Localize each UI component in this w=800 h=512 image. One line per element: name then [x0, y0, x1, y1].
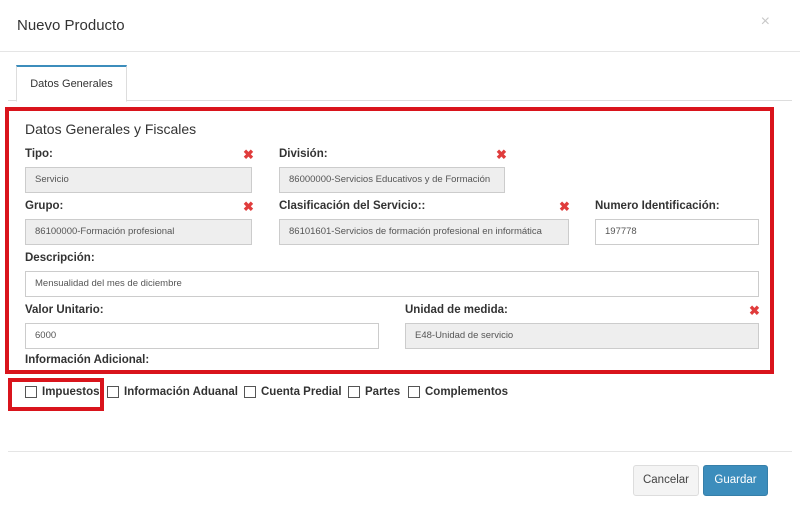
modal-footer-divider [8, 451, 792, 452]
modal-header: Nuevo Producto × [0, 0, 800, 52]
descripcion-label: Descripción: [25, 252, 95, 264]
clasificacion-required-icon: ✖ [559, 199, 570, 214]
checkbox-label: Información Aduanal [124, 386, 238, 398]
numero-identificacion-input[interactable]: 197778 [595, 219, 759, 245]
checkbox-box[interactable] [348, 386, 360, 398]
valor-unitario-label: Valor Unitario: [25, 304, 104, 316]
unidad-medida-field[interactable]: E48-Unidad de servicio [405, 323, 759, 349]
descripcion-input[interactable]: Mensualidad del mes de diciembre [25, 271, 759, 297]
checkbox-complementos[interactable]: Complementos [408, 386, 508, 398]
tab-datos-generales[interactable]: Datos Generales [16, 65, 127, 102]
checkbox-partes[interactable]: Partes [348, 386, 400, 398]
clasificacion-field[interactable]: 86101601-Servicios de formación profesio… [279, 219, 569, 245]
checkbox-box[interactable] [107, 386, 119, 398]
division-field[interactable]: 86000000-Servicios Educativos y de Forma… [279, 167, 505, 193]
grupo-label: Grupo: [25, 200, 64, 212]
checkbox-box[interactable] [408, 386, 420, 398]
grupo-required-icon: ✖ [243, 199, 254, 214]
modal-title: Nuevo Producto [17, 17, 125, 34]
section-title: Datos Generales y Fiscales [25, 121, 197, 137]
checkbox-label: Cuenta Predial [261, 386, 342, 398]
save-button[interactable]: Guardar [703, 465, 768, 496]
checkbox-box[interactable] [244, 386, 256, 398]
close-icon[interactable]: × [761, 14, 770, 30]
unidad-medida-required-icon: ✖ [749, 303, 760, 318]
unidad-medida-label: Unidad de medida: [405, 304, 508, 316]
checkbox-informacion-aduanal[interactable]: Información Aduanal [107, 386, 238, 398]
checkbox-cuenta-predial[interactable]: Cuenta Predial [244, 386, 342, 398]
tipo-required-icon: ✖ [243, 147, 254, 162]
checkbox-label: Partes [365, 386, 401, 398]
tipo-field[interactable]: Servicio [25, 167, 252, 193]
grupo-field[interactable]: 86100000-Formación profesional [25, 219, 252, 245]
division-required-icon: ✖ [496, 147, 507, 162]
informacion-adicional-label: Información Adicional: [25, 354, 150, 366]
clasificacion-label: Clasificación del Servicio:: [279, 200, 426, 212]
cancel-button[interactable]: Cancelar [633, 465, 699, 496]
tipo-label: Tipo: [25, 148, 53, 160]
numero-identificacion-label: Numero Identificación: [595, 200, 720, 212]
division-label: División: [279, 148, 328, 160]
checkbox-label: Complementos [425, 386, 509, 398]
valor-unitario-input[interactable]: 6000 [25, 323, 379, 349]
highlighted-impuestos [8, 378, 104, 411]
